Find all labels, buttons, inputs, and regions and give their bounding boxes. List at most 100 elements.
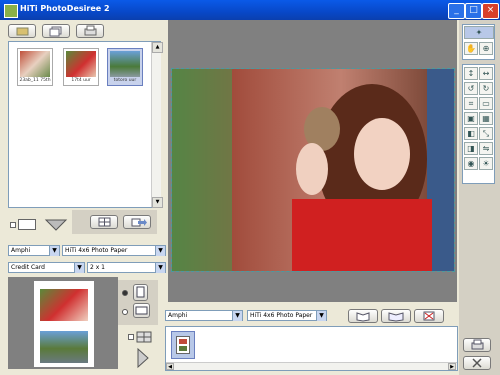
tool-group: ↕ ↔ ↺ ↻ ⌗ ▭ ▣ ▦ ◧ ⤡ ◨ ⇋ ◉ ☀ <box>462 64 495 184</box>
thumbnail-image <box>66 51 96 77</box>
thumbnail-item-selected[interactable]: totoro uur <box>107 48 143 86</box>
import-icon <box>131 218 147 227</box>
tool-group: ✦ ✋ ⊕ <box>462 24 495 60</box>
zoom-tool[interactable]: ⊕ <box>479 42 493 55</box>
crop-tool[interactable]: ⌗ <box>464 97 478 110</box>
grid-icon: ▦ <box>482 114 490 123</box>
thumbnail-caption: totoro uur <box>113 78 137 83</box>
down-triangle-icon[interactable] <box>44 218 68 232</box>
rotate-right-tool[interactable]: ↻ <box>479 82 493 95</box>
move-vertical-tool[interactable]: ↕ <box>464 67 478 80</box>
frame-tool[interactable]: ▭ <box>479 97 493 110</box>
open-album-button[interactable] <box>348 309 378 323</box>
chevron-down-icon: ▼ <box>49 246 59 256</box>
scroll-up-arrow[interactable]: ▲ <box>152 42 163 53</box>
thumbnail-item[interactable]: 17t4 uur <box>63 48 99 86</box>
brightness-tool[interactable]: ☀ <box>479 157 493 170</box>
bottom-printer-select[interactable]: Amphi ▼ <box>165 310 243 321</box>
rotate-left-tool[interactable]: ↺ <box>464 82 478 95</box>
portrait-icon <box>136 286 145 298</box>
close-button[interactable]: × <box>482 3 499 19</box>
fit-tool[interactable]: ▣ <box>464 112 478 125</box>
redeye-tool[interactable]: ◉ <box>464 157 478 170</box>
landscape-radio[interactable] <box>122 309 128 315</box>
size-select[interactable]: Credit Card ▼ <box>8 262 85 273</box>
paper-type-select[interactable]: HiTi 4x6 Photo Paper ▼ <box>62 245 166 256</box>
scroll-right-arrow[interactable]: ▶ <box>448 363 456 370</box>
bottom-printer-select-value: Amphi <box>168 312 188 319</box>
thumbnail-scrollbar[interactable]: ▲ ▼ <box>151 42 163 208</box>
main-photo[interactable] <box>172 69 454 271</box>
grid-view-button[interactable] <box>90 215 118 229</box>
hand-tool[interactable]: ✋ <box>464 42 478 55</box>
layer-tool[interactable]: ◨ <box>464 142 478 155</box>
canvas-area <box>168 20 457 302</box>
play-icon[interactable] <box>136 347 150 369</box>
portrait-button[interactable] <box>133 284 148 301</box>
app-icon <box>4 4 18 18</box>
layout-photo[interactable] <box>40 289 88 321</box>
landscape-button[interactable] <box>133 303 150 318</box>
scroll-down-arrow[interactable]: ▼ <box>152 197 163 208</box>
filmstrip-photo <box>179 339 187 344</box>
bulb-icon: ☀ <box>482 159 490 168</box>
small-grid-icon[interactable] <box>136 331 152 343</box>
grid-tool[interactable]: ▦ <box>479 112 493 125</box>
printer-icon <box>471 339 484 350</box>
resize-icon: ⤡ <box>482 129 490 138</box>
stack-icon <box>49 26 62 37</box>
print-button[interactable] <box>76 24 104 38</box>
rotate-right-icon: ↻ <box>482 84 490 93</box>
delete-icon <box>423 311 435 321</box>
grid-icon <box>98 217 111 227</box>
filmstrip-page <box>176 336 190 354</box>
stack-button[interactable] <box>42 24 70 38</box>
fit-icon: ▣ <box>467 114 475 123</box>
minimize-button[interactable]: _ <box>448 3 465 19</box>
count-box[interactable] <box>18 219 36 230</box>
flip-tool[interactable]: ⇋ <box>479 142 493 155</box>
chevron-down-icon: ▼ <box>232 311 242 321</box>
print-icon <box>84 25 97 36</box>
portrait-radio[interactable] <box>122 290 128 296</box>
thumbnail-caption: 17t4 uur <box>71 78 91 83</box>
layer-icon: ◨ <box>467 144 475 153</box>
print-preview-button[interactable] <box>463 338 491 352</box>
size-select-value: Credit Card <box>11 264 45 271</box>
open-folder-button[interactable] <box>8 24 36 38</box>
option-checkbox[interactable] <box>128 334 134 340</box>
delete-album-button[interactable] <box>414 309 444 323</box>
filmstrip-item-selected[interactable] <box>171 331 195 359</box>
thumbnail-browser: 23ab_11 75th 17t4 uur totoro uur ▲ ▼ <box>8 41 163 208</box>
thumbnail-caption: 23ab_11 75th <box>19 78 51 83</box>
chevron-down-icon: ▼ <box>74 263 84 273</box>
thumbnail-item[interactable]: 23ab_11 75th <box>17 48 53 86</box>
album-view-button[interactable] <box>381 309 411 323</box>
scroll-left-arrow[interactable]: ◀ <box>166 363 174 370</box>
select-checkbox[interactable] <box>10 222 16 228</box>
resize-tool[interactable]: ⤡ <box>479 127 493 140</box>
landscape-icon <box>135 306 148 315</box>
printer-select[interactable]: Amphi ▼ <box>8 245 60 256</box>
layout-page <box>34 281 94 367</box>
crop-icon: ⌗ <box>468 99 474 108</box>
import-button[interactable] <box>123 215 151 229</box>
exit-button[interactable] <box>463 356 491 370</box>
arrow-vertical-icon: ↕ <box>467 69 475 78</box>
effects-tool[interactable]: ✦ <box>464 26 494 39</box>
layout-photo[interactable] <box>40 331 88 363</box>
bottom-paper-select[interactable]: HiTi 4x6 Photo Paper ▼ <box>247 310 327 321</box>
layout-select[interactable]: 2 x 1 ▼ <box>87 262 166 273</box>
layout-select-value: 2 x 1 <box>90 264 105 271</box>
filmstrip-scrollbar[interactable]: ◀ ▶ <box>166 362 457 370</box>
maximize-button[interactable]: □ <box>465 3 482 19</box>
title-bar: HiTi PhotoDesiree 2 _ □ × <box>0 0 500 20</box>
move-horizontal-tool[interactable]: ↔ <box>479 67 493 80</box>
folder-icon <box>16 27 29 36</box>
layout-preview-panel <box>8 277 118 369</box>
effects-icon: ✦ <box>475 28 483 37</box>
chevron-down-icon: ▼ <box>155 263 165 273</box>
filmstrip-photo <box>179 346 187 351</box>
align-tool[interactable]: ◧ <box>464 127 478 140</box>
window-title: HiTi PhotoDesiree 2 <box>20 4 110 13</box>
